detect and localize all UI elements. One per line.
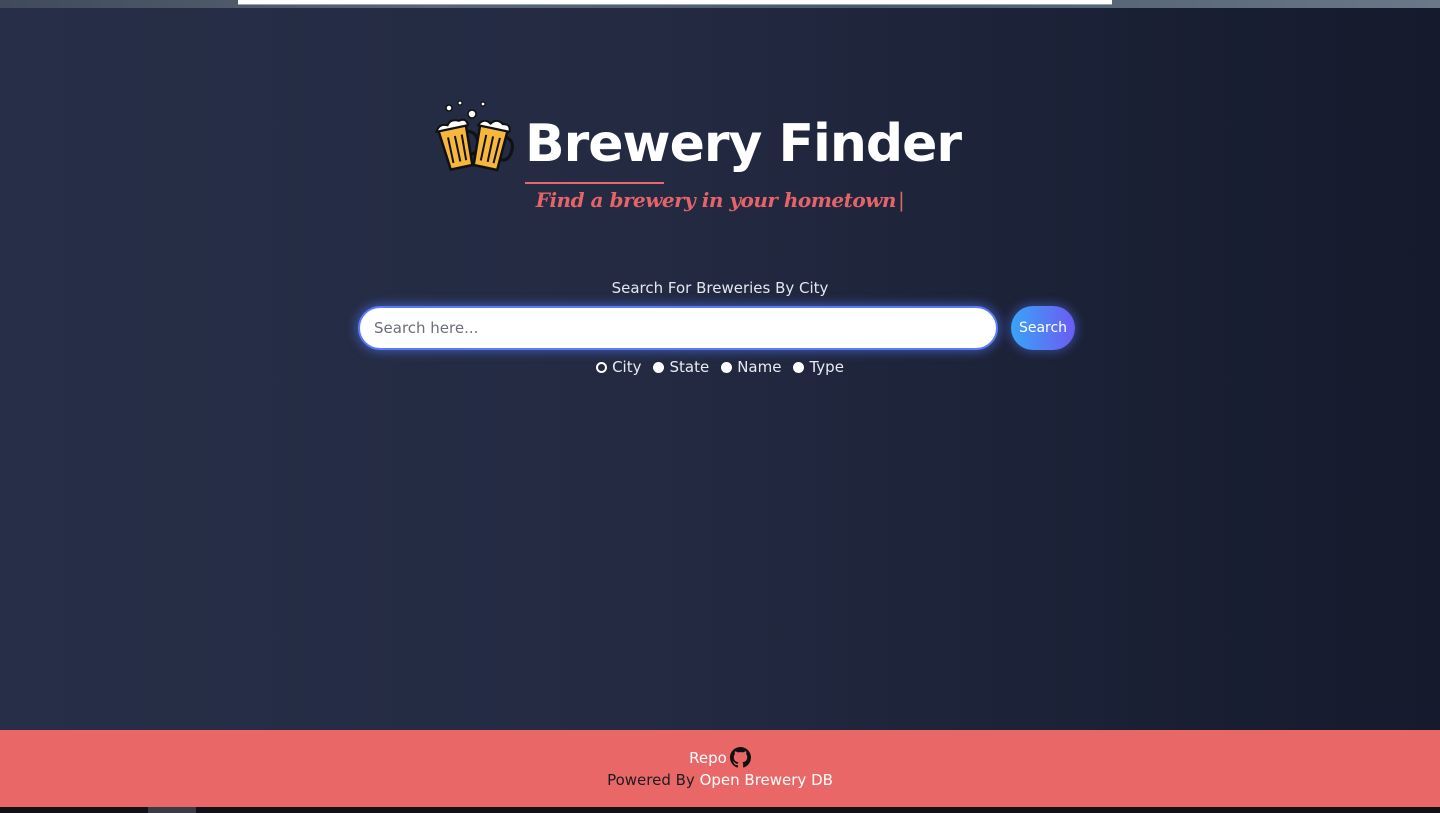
title-underline bbox=[525, 182, 664, 184]
radio-name-indicator[interactable] bbox=[721, 361, 733, 373]
window-top-strip bbox=[0, 0, 1440, 8]
app-main: Brewery Finder Find a brewery in your ho… bbox=[0, 8, 1440, 730]
radio-name[interactable]: Name bbox=[721, 358, 781, 376]
github-icon[interactable] bbox=[729, 747, 751, 768]
taskbar-tab-marker bbox=[148, 807, 196, 813]
open-brewery-db-link[interactable]: Open Brewery DB bbox=[700, 771, 833, 789]
address-bar-sliver bbox=[238, 0, 1112, 5]
radio-state-indicator[interactable] bbox=[653, 361, 665, 373]
beer-mugs-icon bbox=[435, 100, 514, 172]
footer: Repo Powered By Open Brewery DB bbox=[0, 730, 1440, 807]
search-button[interactable]: Search bbox=[1011, 306, 1075, 350]
search-type-options: City State Name Type bbox=[0, 358, 1440, 376]
radio-type[interactable]: Type bbox=[793, 358, 844, 376]
powered-by-prefix: Powered By bbox=[607, 771, 695, 789]
radio-state[interactable]: State bbox=[653, 358, 709, 376]
radio-state-label: State bbox=[669, 358, 710, 376]
typing-cursor: | bbox=[897, 188, 905, 212]
radio-city[interactable]: City bbox=[596, 358, 641, 376]
search-input[interactable] bbox=[358, 306, 998, 350]
page-title: Brewery Finder bbox=[525, 114, 962, 174]
radio-type-indicator[interactable] bbox=[793, 361, 805, 373]
radio-city-indicator[interactable] bbox=[596, 361, 608, 373]
search-label: Search For Breweries By City bbox=[611, 279, 829, 297]
powered-by: Powered By Open Brewery DB bbox=[0, 771, 1440, 789]
radio-type-label: Type bbox=[809, 358, 844, 376]
tagline-text: Find a brewery in your hometown bbox=[535, 188, 897, 212]
tagline: Find a brewery in your hometown | bbox=[0, 188, 1440, 212]
repo-row: Repo bbox=[0, 747, 1440, 768]
radio-city-label: City bbox=[612, 358, 642, 376]
brand-header: Brewery Finder bbox=[434, 94, 962, 190]
bottom-bar bbox=[0, 807, 1440, 813]
repo-link[interactable]: Repo bbox=[689, 749, 727, 767]
radio-name-label: Name bbox=[737, 358, 782, 376]
